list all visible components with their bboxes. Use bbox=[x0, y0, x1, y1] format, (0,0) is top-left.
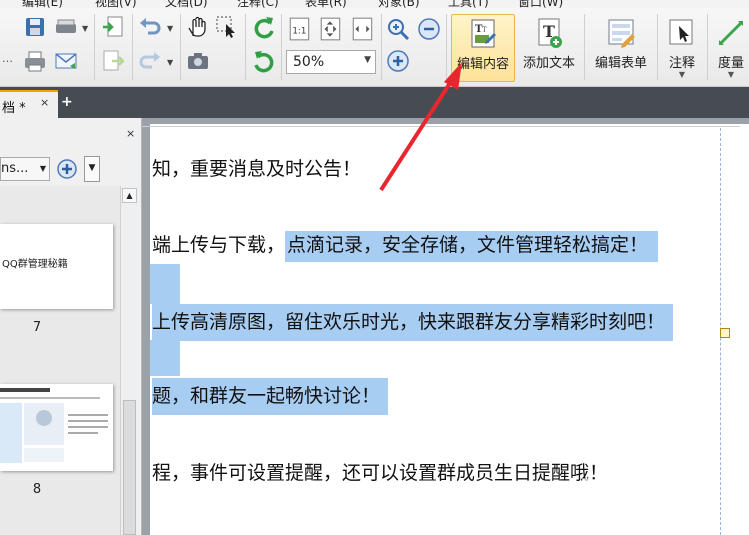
scanner-dropdown-icon[interactable]: ▼ bbox=[82, 24, 88, 33]
redo-icon[interactable] bbox=[137, 48, 163, 74]
svg-text:1:1: 1:1 bbox=[292, 26, 306, 36]
menu-form[interactable]: 表单(R) bbox=[305, 0, 347, 8]
fit-page-icon[interactable] bbox=[318, 16, 341, 41]
edit-content-icon: T T bbox=[471, 19, 496, 48]
thumbnail-view-value: ns... bbox=[1, 161, 29, 176]
edit-form-icon bbox=[608, 19, 635, 48]
line-text: 端上传与下载， bbox=[152, 234, 286, 256]
document-line[interactable]: 程，事件可设置提醒，还可以设置群成员生日提醒哦！ bbox=[152, 458, 608, 485]
print-icon[interactable] bbox=[22, 48, 48, 74]
annotate-button[interactable]: 注释 ▼ bbox=[661, 14, 703, 82]
select-tool-icon[interactable] bbox=[214, 14, 240, 40]
save-icon[interactable] bbox=[22, 14, 48, 40]
panel-options-icon[interactable]: ▼ bbox=[84, 156, 100, 182]
scroll-up-icon[interactable]: ▲ bbox=[122, 188, 137, 203]
edit-content-button[interactable]: T T 编辑内容 bbox=[451, 14, 515, 82]
page-thumbnail-8[interactable] bbox=[0, 384, 113, 471]
resize-handle[interactable] bbox=[720, 328, 730, 338]
document-line-selected[interactable]: 上传高清原图，留住欢乐时光，快来跟群友分享精彩时刻吧！ bbox=[152, 304, 674, 341]
thumbnail-list: QQ群管理秘籍 7 8 bbox=[0, 186, 120, 535]
undo-icon[interactable] bbox=[137, 14, 163, 40]
add-text-icon: T bbox=[538, 18, 562, 48]
menu-view[interactable]: 视图(V) bbox=[95, 0, 137, 8]
actual-size-icon[interactable]: 1:1 bbox=[287, 16, 310, 41]
measure-dropdown-icon[interactable]: ▼ bbox=[711, 71, 749, 79]
annotate-icon bbox=[669, 19, 693, 45]
document-tab-label: 档 * bbox=[2, 101, 26, 116]
text-highlight bbox=[150, 340, 180, 376]
rotate-counterclockwise-icon[interactable] bbox=[251, 48, 277, 74]
add-text-label: 添加文本 bbox=[522, 56, 575, 71]
email-icon[interactable] bbox=[53, 48, 79, 74]
thumbnail-scrollbar[interactable]: ▲ bbox=[120, 186, 138, 535]
line-text: 题，和群友一起畅快讨论！ bbox=[152, 385, 381, 407]
overflow-icon[interactable]: … bbox=[2, 52, 13, 65]
document-line[interactable]: 端上传与下载， 点滴记录，安全存储，文件管理轻松搞定！ bbox=[152, 230, 659, 262]
line-text: 知，重要消息及时公告！ bbox=[152, 158, 362, 180]
document-line[interactable]: 知，重要消息及时公告！ bbox=[152, 154, 361, 181]
document-tab-bar: 档 * × + bbox=[0, 87, 749, 118]
panel-close-icon[interactable]: × bbox=[126, 127, 135, 140]
zoom-select[interactable]: 50% ▼ bbox=[286, 50, 376, 74]
panel-toolbar: ns... ▼ ▼ bbox=[0, 154, 138, 184]
page-number-7: 7 bbox=[32, 320, 42, 335]
scanner-icon[interactable] bbox=[53, 14, 79, 40]
fit-width-icon[interactable] bbox=[350, 16, 373, 41]
snapshot-icon[interactable] bbox=[185, 48, 211, 74]
zoom-in-icon[interactable] bbox=[385, 48, 411, 74]
insert-page-icon[interactable] bbox=[100, 14, 126, 40]
edit-form-button[interactable]: 编辑表单 bbox=[588, 14, 654, 82]
annotate-label: 注释 bbox=[668, 56, 695, 71]
zoom-dropdown-icon[interactable]: ▼ bbox=[364, 55, 371, 65]
hand-tool-icon[interactable] bbox=[185, 14, 211, 40]
menu-object[interactable]: 对象(B) bbox=[378, 0, 420, 8]
thumbnail-preview-image bbox=[0, 384, 113, 471]
measure-label: 度量 bbox=[717, 56, 744, 71]
pages-panel: × ns... ▼ ▼ QQ群管理秘籍 7 8 ▲ bbox=[0, 118, 142, 535]
new-tab-icon[interactable]: + bbox=[61, 94, 73, 110]
menu-comment[interactable]: 注释(C) bbox=[237, 0, 279, 8]
add-text-button[interactable]: T 添加文本 bbox=[517, 14, 581, 82]
undo-dropdown-icon[interactable]: ▼ bbox=[167, 24, 173, 33]
zoom-value: 50% bbox=[293, 54, 325, 70]
toolbar: … ▼ ▼ ▼ 1:1 50% ▼ T T 编辑内容 T 添加文本 编辑表单 注… bbox=[0, 8, 749, 87]
redo-dropdown-icon[interactable]: ▼ bbox=[167, 58, 173, 67]
menu-document[interactable]: 文档(D) bbox=[165, 0, 208, 8]
menu-tools[interactable]: 工具(T) bbox=[448, 0, 489, 8]
extract-page-icon[interactable] bbox=[100, 48, 126, 74]
document-line-selected[interactable]: 题，和群友一起畅快讨论！ bbox=[152, 378, 389, 415]
selected-text: 点滴记录，安全存储，文件管理轻松搞定！ bbox=[285, 231, 659, 262]
menu-edit[interactable]: 编辑(E) bbox=[22, 0, 63, 8]
thumbnail-title: QQ群管理秘籍 bbox=[2, 259, 68, 270]
watermark-url: jingyan.baidu.com bbox=[638, 505, 731, 516]
edit-form-label: 编辑表单 bbox=[594, 56, 647, 71]
scrollbar-thumb[interactable] bbox=[123, 400, 136, 535]
line-text: 程，事件可设置提醒，还可以设置群成员生日提醒哦！ bbox=[152, 462, 609, 484]
menu-window[interactable]: 窗口(W) bbox=[518, 0, 563, 8]
text-highlight bbox=[150, 264, 180, 304]
page-number-8: 8 bbox=[32, 482, 42, 497]
svg-text:T: T bbox=[482, 26, 487, 34]
zoom-marquee-icon[interactable] bbox=[385, 16, 411, 42]
zoom-out-icon[interactable] bbox=[416, 16, 442, 42]
line-text: 上传高清原图，留住欢乐时光，快来跟群友分享精彩时刻吧！ bbox=[152, 311, 666, 333]
thumbnail-view-dropdown-icon[interactable]: ▼ bbox=[40, 164, 46, 173]
text-box-border bbox=[142, 126, 740, 127]
thumbnail-view-select[interactable]: ns... ▼ bbox=[0, 157, 50, 181]
annotate-dropdown-icon[interactable]: ▼ bbox=[661, 71, 703, 79]
measure-icon bbox=[719, 21, 743, 45]
menu-bar: 编辑(E) 视图(V) 文档(D) 注释(C) 表单(R) 对象(B) 工具(T… bbox=[0, 0, 749, 8]
edit-content-label: 编辑内容 bbox=[456, 57, 509, 72]
watermark-logo: Bai 经验 bbox=[580, 476, 671, 501]
tab-close-icon[interactable]: × bbox=[40, 96, 49, 109]
rotate-clockwise-icon[interactable] bbox=[251, 14, 277, 40]
document-tab[interactable]: 档 * × bbox=[0, 90, 58, 118]
page-thumbnail-7[interactable]: QQ群管理秘籍 bbox=[0, 224, 113, 309]
measure-button[interactable]: 度量 ▼ bbox=[711, 14, 749, 82]
enlarge-thumbnails-icon[interactable] bbox=[56, 158, 78, 180]
